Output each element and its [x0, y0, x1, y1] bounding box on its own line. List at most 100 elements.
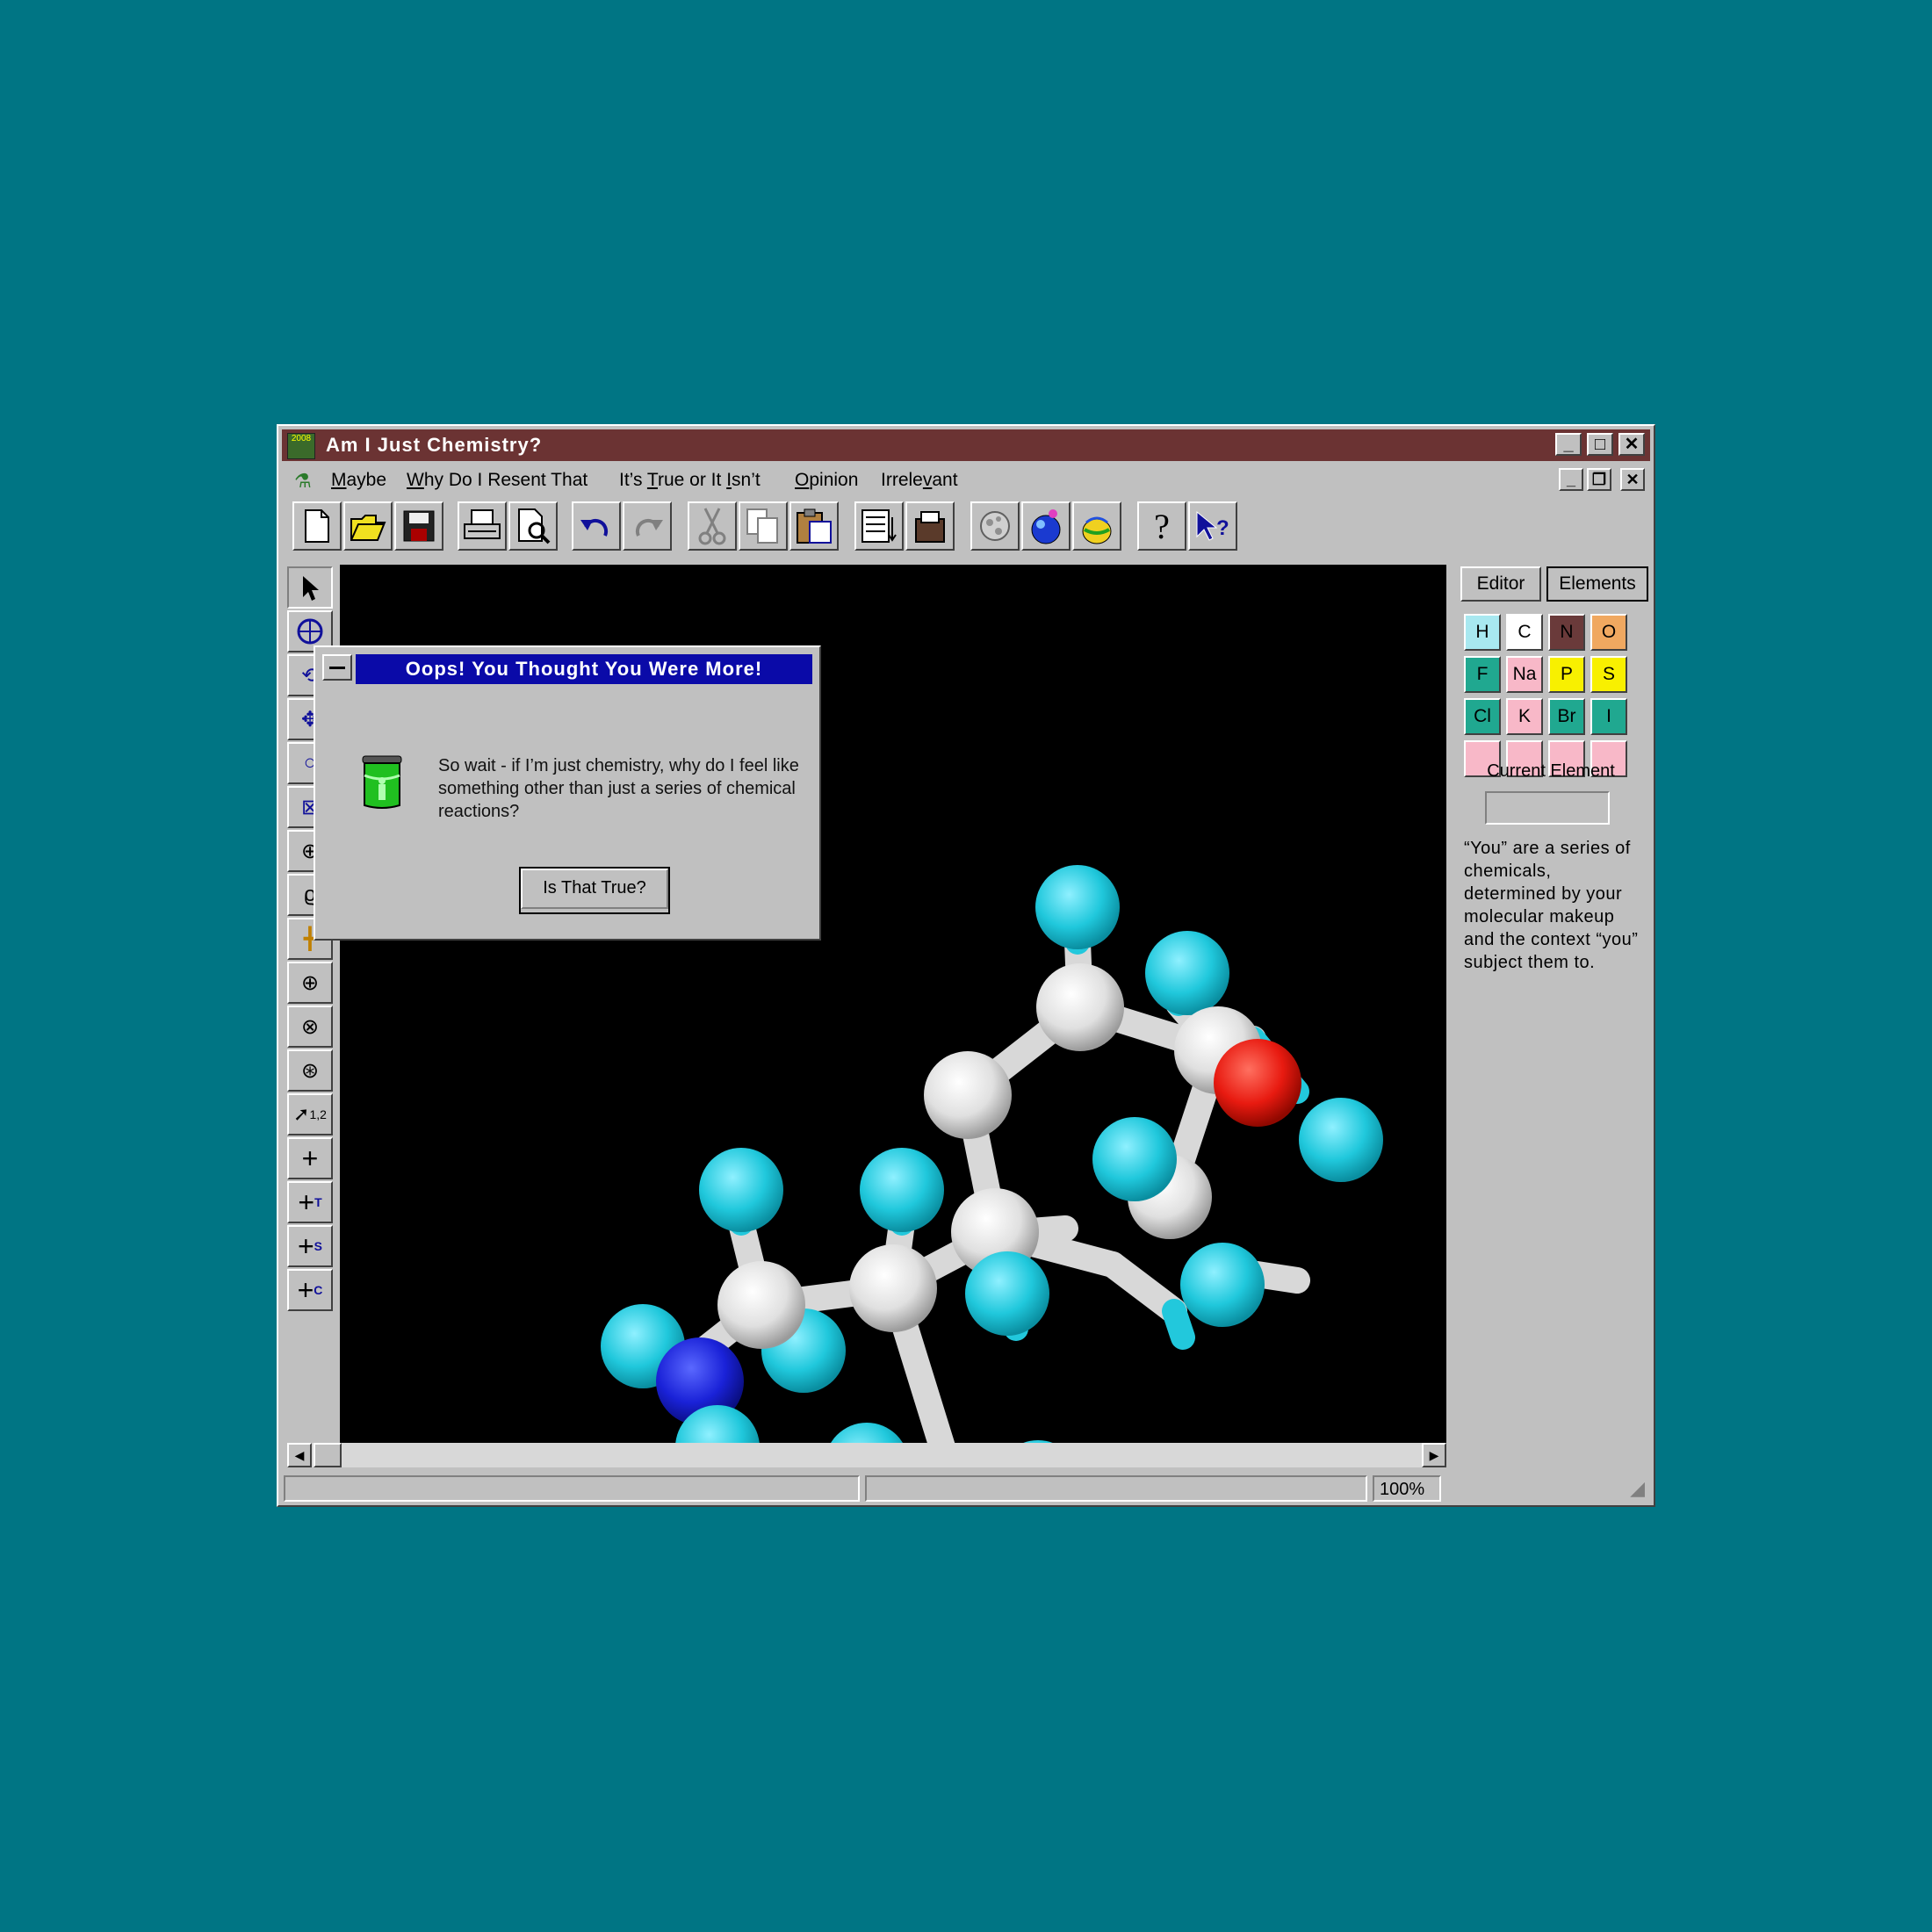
dialog-title: Oops! You Thought You Were More! — [356, 654, 812, 684]
element-button[interactable]: S — [1590, 656, 1627, 693]
current-element-label: Current Element — [1487, 761, 1615, 781]
atom-hydrogen — [1180, 1243, 1265, 1327]
atom-hydrogen — [1299, 1098, 1383, 1182]
clipboard-icon — [915, 511, 945, 543]
element-button[interactable]: C — [1506, 614, 1543, 651]
tab-elements[interactable]: Elements — [1546, 566, 1648, 602]
select-group-icon: ⊗ — [300, 1014, 320, 1039]
element-button[interactable]: H — [1464, 614, 1501, 651]
plus-t-tool[interactable]: + T — [287, 1181, 333, 1223]
scroll-left-button[interactable]: ◀ — [287, 1443, 312, 1467]
undo-button[interactable] — [572, 501, 621, 551]
print-button[interactable] — [458, 501, 507, 551]
maximize-button[interactable]: □ — [1587, 433, 1613, 456]
plus-s-tool[interactable]: + S — [287, 1225, 333, 1267]
redo-icon — [635, 518, 663, 537]
atom-hydrogen — [1145, 931, 1229, 1015]
select-all-tool[interactable]: ⊛ — [287, 1049, 333, 1092]
atom-oxygen — [1214, 1039, 1301, 1127]
close-button[interactable]: ✕ — [1618, 433, 1645, 456]
new-button[interactable] — [292, 501, 342, 551]
atom-carbon — [717, 1261, 805, 1349]
current-element-field[interactable] — [1485, 791, 1610, 825]
dialog-system-menu-button[interactable] — [322, 654, 352, 681]
flask-button[interactable] — [1021, 501, 1071, 551]
print-icon — [464, 509, 501, 539]
rotate-icon — [297, 618, 323, 645]
select-group-tool[interactable]: ⊗ — [287, 1006, 333, 1048]
select-atom-tool[interactable]: ⊕ — [287, 962, 333, 1004]
status-pane-main — [284, 1475, 860, 1502]
resize-grip-icon[interactable]: ◢ — [1630, 1477, 1645, 1500]
menu-why-do-i-resent-that[interactable]: Why Do I Resent That — [407, 470, 588, 491]
app-logo-icon: 2008 — [287, 433, 315, 459]
atom-carbon — [924, 1051, 1012, 1139]
context-help-icon: ? — [1196, 510, 1229, 541]
element-button[interactable]: F — [1464, 656, 1501, 693]
atom-button[interactable] — [970, 501, 1020, 551]
plus-s-label: S — [314, 1239, 323, 1253]
minimize-icon: _ — [1566, 471, 1575, 488]
zoom-level: 100% — [1373, 1475, 1441, 1502]
mdi-minimize-button[interactable]: _ — [1559, 468, 1583, 491]
status-bar: 100% ◢ — [284, 1474, 1648, 1503]
plus-c-icon: + — [297, 1273, 314, 1306]
pointer-icon — [303, 576, 319, 601]
status-pane-secondary — [865, 1475, 1367, 1502]
arrow-left-icon: ◀ — [294, 1448, 305, 1462]
menu-maybe[interactable]: Maybe — [331, 470, 386, 491]
print-preview-icon — [518, 508, 551, 544]
menu-opinion[interactable]: Opinion — [795, 470, 858, 491]
print-preview-button[interactable] — [508, 501, 558, 551]
document-icon[interactable]: ⚗ — [294, 470, 317, 493]
mdi-restore-button[interactable]: ❐ — [1587, 468, 1611, 491]
list-icon — [861, 509, 897, 543]
atom-carbon — [1036, 963, 1124, 1051]
open-button[interactable] — [343, 501, 393, 551]
dialog-message: So wait - if I’m just chemistry, why do … — [438, 756, 799, 821]
horizontal-scrollbar[interactable]: ◀ ▶ — [287, 1443, 1446, 1467]
save-button[interactable] — [394, 501, 443, 551]
select-atom-icon: ⊕ — [300, 970, 320, 995]
scroll-thumb[interactable] — [314, 1443, 342, 1467]
open-folder-icon — [350, 515, 386, 541]
maximize-icon: □ — [1594, 435, 1606, 454]
redo-button[interactable] — [623, 501, 672, 551]
plus-s-icon: + — [297, 1229, 314, 1262]
title-bar[interactable]: 2008 Am I Just Chemistry? _ □ ✕ — [282, 429, 1650, 461]
copy-button[interactable] — [739, 501, 788, 551]
app-icon-label: 2008 — [291, 434, 312, 443]
scroll-right-button[interactable]: ▶ — [1422, 1443, 1446, 1467]
plus-tool[interactable]: + — [287, 1137, 333, 1179]
minimize-button[interactable]: _ — [1555, 433, 1582, 456]
atom-hydrogen — [831, 1423, 903, 1443]
menu-irrelevant[interactable]: Irrelevant — [881, 470, 958, 491]
flask-icon — [1031, 509, 1061, 544]
element-button[interactable]: Na — [1506, 656, 1543, 693]
tab-editor[interactable]: Editor — [1460, 566, 1541, 602]
beaker-icon — [362, 755, 402, 809]
pointer-tool[interactable] — [287, 566, 333, 609]
context-help-button[interactable]: ? — [1188, 501, 1237, 551]
mdi-close-button[interactable]: ✕ — [1620, 468, 1645, 491]
element-button[interactable]: K — [1506, 698, 1543, 735]
element-button[interactable]: Br — [1548, 698, 1585, 735]
plus-t-icon: + — [298, 1186, 315, 1218]
element-button[interactable]: Cl — [1464, 698, 1501, 735]
element-button[interactable]: I — [1590, 698, 1627, 735]
plus-c-tool[interactable]: + C — [287, 1269, 333, 1311]
help-button[interactable]: ? — [1137, 501, 1186, 551]
list-button[interactable] — [854, 501, 904, 551]
paste-button[interactable] — [789, 501, 839, 551]
beaker-button[interactable] — [1072, 501, 1121, 551]
element-button[interactable]: O — [1590, 614, 1627, 651]
is-that-true-button[interactable]: Is That True? — [519, 867, 670, 914]
element-button[interactable]: P — [1548, 656, 1585, 693]
element-button[interactable]: N — [1548, 614, 1585, 651]
atom-hydrogen — [699, 1148, 783, 1232]
menu-its-true-or-it-isnt[interactable]: It’s True or It Isn’t — [619, 470, 761, 491]
number-atoms-tool[interactable]: ➚ 1,2 — [287, 1093, 333, 1135]
cut-button[interactable] — [688, 501, 737, 551]
clipboard-button[interactable] — [905, 501, 955, 551]
cut-icon — [698, 508, 726, 545]
